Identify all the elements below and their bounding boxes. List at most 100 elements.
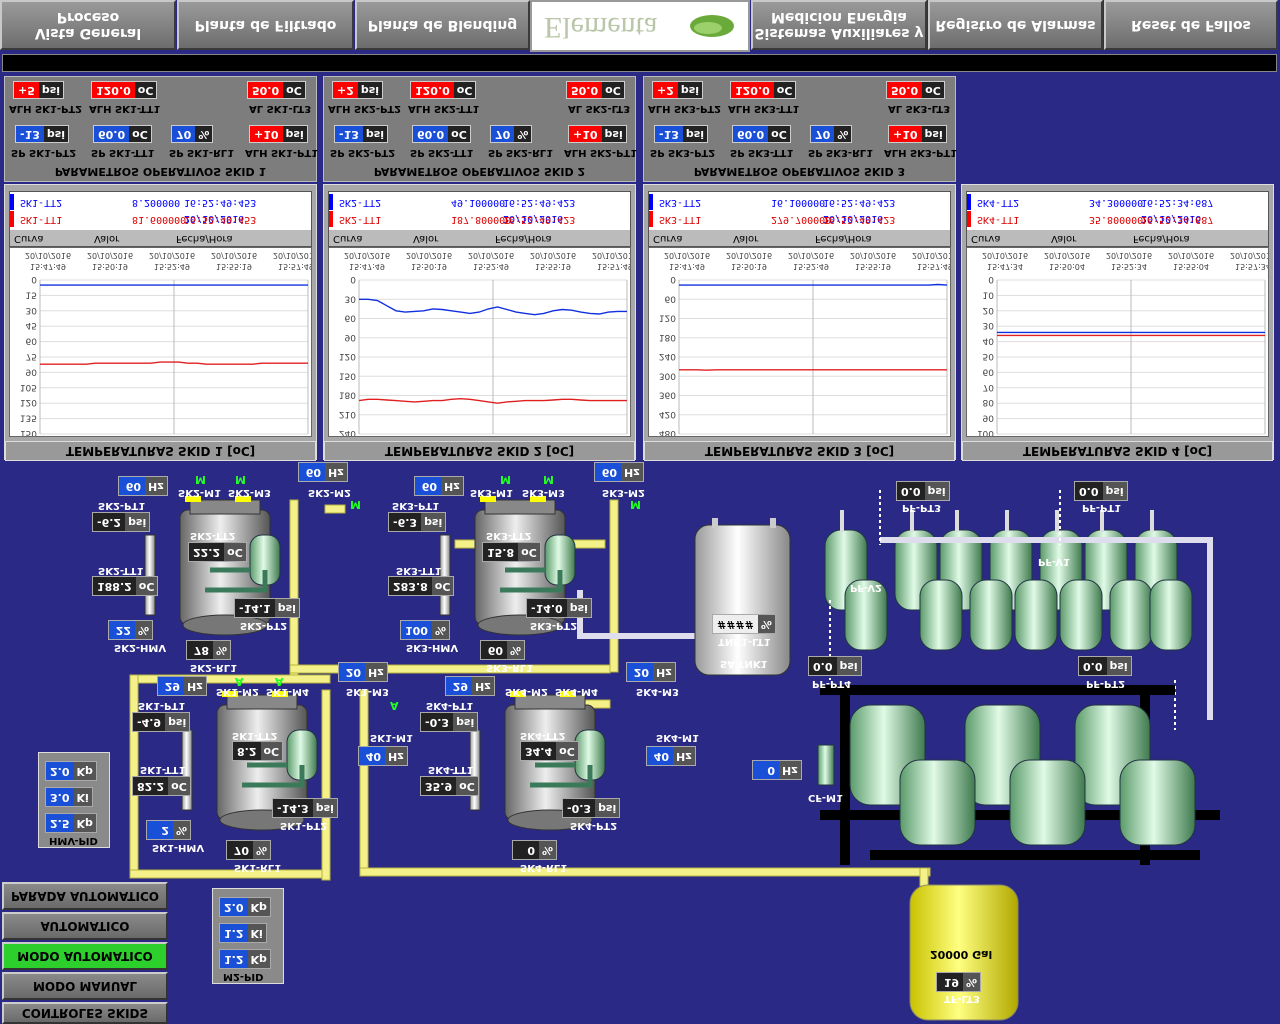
sk4-pt1-value: -0.3 psi [420,712,479,732]
modo-automatico-button[interactable]: MODO AUTOMATICO [2,942,168,970]
sk3-m2-speed[interactable]: 60 Hz [594,462,644,482]
nav-planta-filtrado[interactable]: Planta de Filtrado [177,0,354,50]
sp-tt1-field[interactable]: 60.0 oC [732,125,791,143]
nav-registro-alarmas[interactable]: Registro de Alarmas [928,0,1103,50]
sk3-hmv-output[interactable]: 100% [400,620,450,640]
sk1-rl1-value-value: 70 [233,844,249,857]
motor-state-letter: M [630,498,641,511]
cf-m1-speed[interactable]: 0 Hz [752,760,802,780]
trend-row-red[interactable]: SK1-TT181.60000020/10/2016 16:52:49:453 [10,211,311,241]
sk4-rl1-value-value: 0 [527,844,535,857]
sk4-tt1-label: SK4-TT1 [428,764,474,775]
trend-plot[interactable]: 0 30 60 90 120 150 180 210 240 20/10/2016 15:47:49… [328,247,638,438]
trend-row-blue[interactable]: SK2-TT2 49.100000 20/10/2016 16:52:49:423 [329,194,630,224]
alh-tt1-field[interactable]: 120.0 oC [730,81,797,99]
sk3-pt2-value-value: -14.0 [531,602,563,615]
sp-tt1-field[interactable]: 60.0 oC [412,125,471,143]
sk4-m2-label: SK4-M2 [505,686,548,697]
motor-state-letter: A [390,699,399,712]
controles-skids-button[interactable]: CONTROLES SKIDS [2,1002,168,1024]
sk3-m1-speed[interactable]: 60 Hz [414,476,464,496]
trend-row-blue[interactable]: SK1-TT2 8.200000 20/10/2016 16:52:49:453 [10,194,311,224]
modo-automatico-label: MODO AUTOMATICO [17,949,153,963]
trend-table-header: Curva Valor Fecha/Hora [649,230,950,246]
param-panel-skid-1: +5 psi 120.0 oC 50.0 oC ALH SK1-PT2 ALH SK1-TT1… [4,76,318,182]
alh-tt1-field-unit: oC [773,82,796,98]
sk4-m2-speed-unit: Hz [472,677,494,695]
trend-row-red[interactable]: SK2-TT1187.80000020/10/2016 16:52:49:423 [329,211,630,241]
al-lt3-field[interactable]: 50.0 oC [566,81,625,99]
trend-plot[interactable]: 0 15 30 45 60 75 90 105 120 135 150 20/10/2016 15:47… [9,247,319,438]
al-lt3-field[interactable]: 50.0 oC [247,81,306,99]
sp-rl1-field-unit: % [834,126,852,142]
nav-sistemas-auxiliares[interactable]: Sistemas Auxiliares y Medicion Energia [751,0,927,50]
nav-vista-general[interactable]: Vista General Proceso [0,0,176,50]
sk1-m3-speed[interactable]: 20 Hz [338,662,388,682]
trend-plot[interactable]: 0 10 20 30 40 50 60 70 80 90 100 20/10/2016 15:47:34… [966,247,1276,438]
alh-pt1-field[interactable]: +10 psi [249,125,308,143]
y-tick-label: 20 [983,305,995,315]
nav-planta-blending[interactable]: Planta de Blending [355,0,530,50]
trend-row-red[interactable]: SK4-TT135.80000020/10/2016 16:52:34:687 [967,211,1268,241]
sp-pt2-field[interactable]: -13 psi [654,125,709,143]
sp-tt1-field-unit: oC [768,126,790,142]
sk2-m1-speed[interactable]: 60 Hz [118,476,168,496]
hmv-pid-panel-kd-field[interactable]: 2.5 Kp [45,813,97,833]
trend-row-blue[interactable]: SK3-TT2 16.100000 20/10/2016 16:52:49:423 [649,194,950,224]
sp-pt2-field[interactable]: -13 psi [334,125,389,143]
m2-pid-panel-kp-value: 2.0 [220,898,248,916]
nav-reset-fallos[interactable]: Reset de Fallos [1104,0,1278,50]
sk1-m2-speed[interactable]: 29 Hz [157,676,207,696]
alh-pt1-field[interactable]: +10 psi [888,125,947,143]
m2-pid-panel-ki-field[interactable]: 1.2 Ki [219,923,267,943]
trend-row-red[interactable]: SK3-TT1279.70000020/10/2016 16:52:49:423 [649,211,950,241]
arranque-automatico-button[interactable]: ARRANQUE AUTOMATICO [2,912,168,957]
alh-tt1-field[interactable]: 120.0 oC [410,81,477,99]
alh-pt2-field[interactable]: +5 psi [13,81,65,99]
alh-pt1-field[interactable]: +10 psi [568,125,627,143]
sk3-rl1-value-value: 60 [487,644,503,657]
m2-pid-panel-kp-field[interactable]: 2.0 Kp [219,897,271,917]
trend-cell: 49.100000 [451,197,506,208]
al-lt3-field[interactable]: 50.0 oC [886,81,945,99]
sk2-m3-label: SK2-M3 [228,487,271,498]
sk2-hmv-output[interactable]: 22% [108,620,154,640]
hmv-pid-panel-ki-field[interactable]: 3.0 Ki [45,787,93,807]
sk4-m1-speed[interactable]: 40 Hz [646,746,696,766]
sk1-hmv-output[interactable]: 2% [146,820,192,840]
y-tick-label: 300 [659,370,676,380]
parada-automatico-button[interactable]: PARADA AUTOMATICO [2,882,168,910]
motor-state-letter: M [543,473,554,486]
alh-pt2-field[interactable]: +2 psi [332,81,384,99]
modo-manual-button[interactable]: MODO MANUAL [2,972,168,1000]
sp-rl1-field[interactable]: 70% [810,125,853,143]
sk1-m1-speed[interactable]: 40 Hz [358,746,408,766]
trend-plot[interactable]: 0 60 120 180 240 300 360 420 480 20/10/2016 15:47:… [648,247,958,438]
pf-pt3-value-value: 0.0 [901,485,921,498]
hmv-pid-panel-kp-field[interactable]: 2.0 Kp [45,761,97,781]
sk4-m3-speed-unit: Hz [653,663,675,681]
sk2-tt1-value: 188.2 oC [92,576,159,596]
sk2-m2-speed[interactable]: 60 Hz [298,462,348,482]
trend-row-blue[interactable]: SK4-TT2 34.300000 20/10/2016 16:52:34:687 [967,194,1268,224]
m2-pid-panel-kd-field[interactable]: 1.2 Kp [219,949,271,969]
sp-rl1-field[interactable]: 70% [490,125,533,143]
alh-pt2-field[interactable]: +2 psi [652,81,704,99]
sk3-tt1-value-value: 283.8 [393,580,428,593]
sp-pt2-field[interactable]: -13 psi [15,125,70,143]
pf-filter [824,529,868,611]
al-lt3-field-unit: oC [602,82,624,98]
alh-tt1-field[interactable]: 120.0 oC [91,81,158,99]
pf-vent [1150,510,1154,532]
sp-tt1-field[interactable]: 60.0 oC [93,125,152,143]
y-tick-label: 360 [659,390,676,400]
trend-cell: SK3-TT1 [659,214,702,225]
sp-rl1-label: SP SK3-RL1 [808,147,874,158]
al-lt3-field-unit: oC [922,82,944,98]
sk4-m3-label: SK4-M3 [636,686,679,697]
sk4-m2-speed[interactable]: 29 Hz [445,676,495,696]
tf-lt3-value: 19% [936,972,982,992]
sk4-m3-speed[interactable]: 20 Hz [626,662,676,682]
modo-manual-label: MODO MANUAL [32,979,138,993]
sp-rl1-field[interactable]: 70% [171,125,214,143]
